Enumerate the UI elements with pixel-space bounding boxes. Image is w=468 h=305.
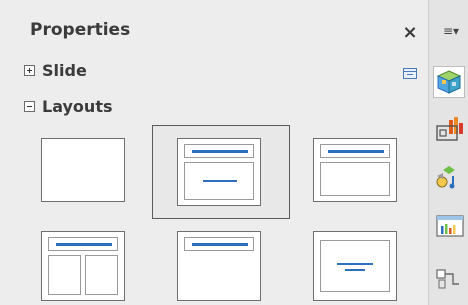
centered-bar-2 xyxy=(345,269,365,271)
styles-tab[interactable] xyxy=(435,114,467,146)
layout-blank[interactable] xyxy=(37,134,129,206)
animation-tab[interactable] xyxy=(435,210,467,242)
properties-tab[interactable] xyxy=(433,66,465,98)
title-bar xyxy=(328,150,384,153)
left-content-placeholder xyxy=(48,255,81,295)
layout-two-content[interactable] xyxy=(37,227,129,301)
title-placeholder xyxy=(184,144,254,158)
section-slide-header[interactable]: Slide xyxy=(24,59,87,81)
animation-icon xyxy=(436,215,464,237)
layout-title-content-alt[interactable] xyxy=(309,134,401,206)
sidebar-tabbar: ≡▾ xyxy=(428,0,468,305)
gallery-tab[interactable] xyxy=(435,162,467,194)
collapse-icon[interactable] xyxy=(24,100,35,112)
title-placeholder xyxy=(184,237,254,251)
centered-bar-1 xyxy=(337,263,373,265)
gallery-icon xyxy=(436,166,455,189)
panel-title: Properties xyxy=(30,20,131,40)
sidebar-menu-button[interactable]: ≡▾ xyxy=(443,24,459,38)
properties-panel: Properties × Slide Layouts xyxy=(0,0,428,305)
layout-title-only[interactable] xyxy=(173,227,265,301)
layout-thumbnail xyxy=(41,231,125,301)
styles-icon xyxy=(436,117,463,141)
right-content-placeholder xyxy=(85,255,118,295)
title-placeholder xyxy=(48,237,118,251)
layout-centered-text[interactable] xyxy=(309,227,401,301)
close-button[interactable]: × xyxy=(402,24,418,42)
properties-icon xyxy=(436,70,462,94)
section-layouts-header[interactable]: Layouts xyxy=(24,95,112,117)
content-placeholder xyxy=(320,162,390,196)
layout-thumbnail xyxy=(177,231,261,301)
section-slide-label: Slide xyxy=(42,60,87,80)
layout-thumbnail xyxy=(313,138,397,202)
layout-title-content[interactable] xyxy=(152,125,290,219)
layout-thumbnail xyxy=(177,138,261,206)
title-bar xyxy=(192,243,248,246)
content-placeholder xyxy=(184,162,254,200)
more-options-button[interactable] xyxy=(403,68,417,79)
content-bar xyxy=(203,180,237,182)
expand-icon[interactable] xyxy=(24,64,35,76)
title-placeholder xyxy=(320,144,390,158)
navigator-tab[interactable] xyxy=(435,262,467,294)
layout-thumbnail xyxy=(313,231,397,301)
centered-text-placeholder xyxy=(320,240,390,292)
title-bar xyxy=(192,150,248,153)
section-layouts-label: Layouts xyxy=(42,96,113,116)
title-bar xyxy=(56,243,112,246)
navigator-icon xyxy=(436,269,459,289)
layout-thumbnail xyxy=(41,138,125,202)
